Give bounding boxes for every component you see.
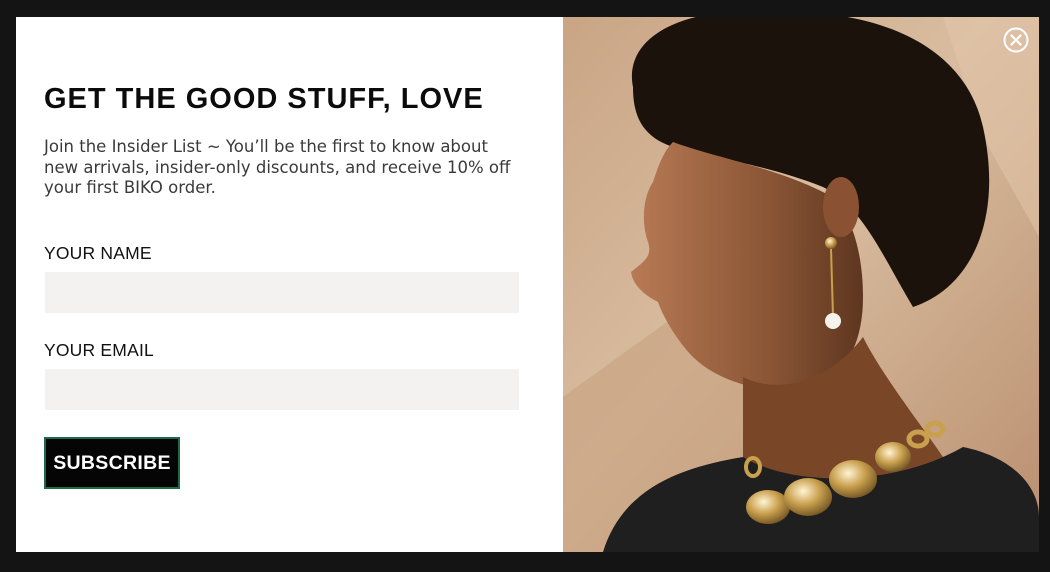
email-label: YOUR EMAIL xyxy=(44,340,154,360)
close-button[interactable] xyxy=(1003,27,1029,53)
name-label: YOUR NAME xyxy=(44,243,152,263)
newsletter-popup: GET THE GOOD STUFF, LOVE Join the Inside… xyxy=(16,17,1039,552)
subscribe-button[interactable]: SUBSCRIBE xyxy=(44,437,180,489)
model-portrait-photo xyxy=(563,17,1039,552)
popup-title: GET THE GOOD STUFF, LOVE xyxy=(44,83,484,115)
model-image xyxy=(563,17,1039,552)
email-input[interactable] xyxy=(45,369,519,410)
popup-description: Join the Insider List ~ You’ll be the fi… xyxy=(44,137,511,198)
name-input[interactable] xyxy=(45,272,519,313)
close-circle-icon xyxy=(1003,27,1029,53)
signup-panel: GET THE GOOD STUFF, LOVE Join the Inside… xyxy=(16,17,563,552)
